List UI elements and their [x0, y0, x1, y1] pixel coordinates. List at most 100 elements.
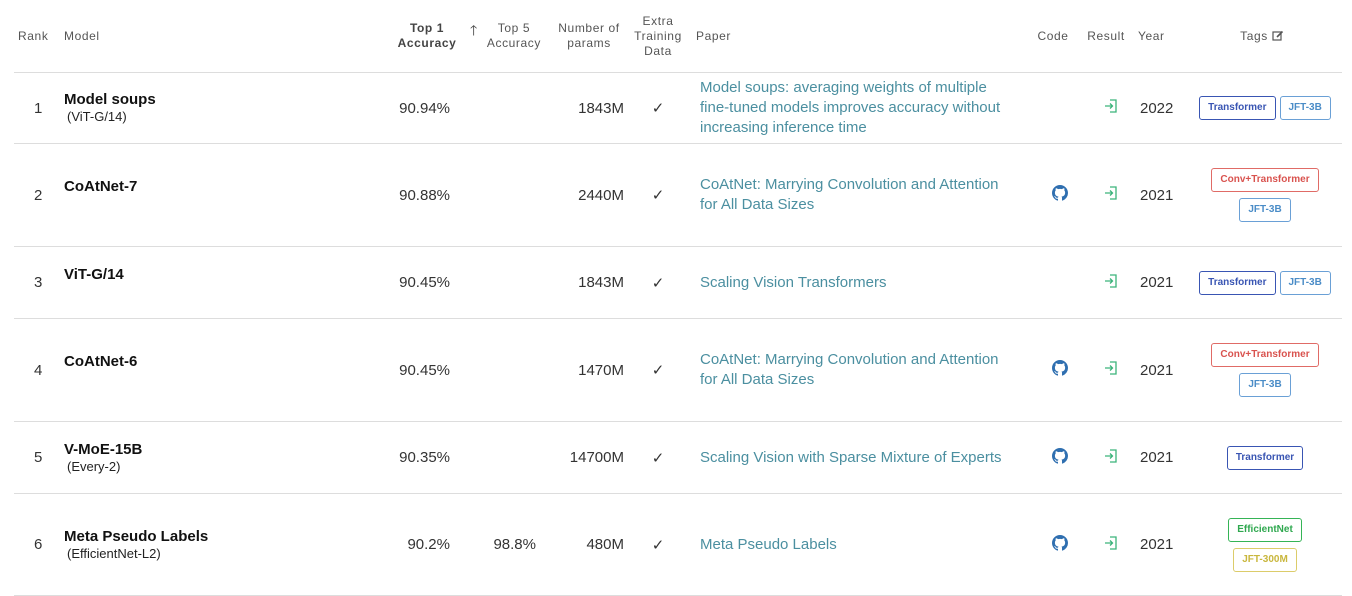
rank-cell: 1	[14, 72, 60, 144]
enter-icon[interactable]	[1093, 360, 1119, 380]
col-top1[interactable]: Top 1 Accuracy	[386, 0, 468, 73]
github-icon[interactable]	[1038, 534, 1068, 555]
top5-cell	[468, 421, 554, 494]
extra-data-cell: ✓	[624, 72, 692, 144]
github-icon[interactable]	[1038, 185, 1068, 205]
col-year[interactable]: Year	[1134, 0, 1182, 73]
rank-cell: 2	[14, 143, 60, 247]
model-name-link[interactable]: CoAtNet-6	[64, 353, 382, 370]
enter-icon[interactable]	[1093, 98, 1119, 118]
top1-cell: 90.45%	[386, 246, 468, 319]
paper-cell: CoAtNet: Marrying Convolution and Attent…	[692, 143, 1028, 247]
col-paper[interactable]: Paper	[692, 0, 1028, 73]
params-cell: 1843M	[554, 72, 624, 144]
model-name-link[interactable]: Meta Pseudo Labels	[64, 528, 382, 545]
paper-link[interactable]: Meta Pseudo Labels	[700, 535, 1004, 555]
paper-cell: Scaling Vision Transformers	[692, 246, 1028, 319]
model-name-link[interactable]: V-MoE-15B	[64, 441, 382, 458]
arrow-up-icon[interactable]: 🡑	[470, 23, 478, 38]
top5-cell	[468, 143, 554, 247]
table-row: 5 V-MoE-15B (Every-2) 90.35% 14700M ✓ Sc…	[14, 421, 1342, 494]
code-cell	[1028, 318, 1078, 422]
extra-data-cell: ✓	[624, 318, 692, 422]
year-cell: 2021	[1134, 143, 1182, 247]
col-tags[interactable]: Tags	[1182, 0, 1342, 73]
tag-badge[interactable]: JFT-3B	[1279, 270, 1331, 295]
enter-icon[interactable]	[1093, 273, 1119, 293]
model-variant: (EfficientNet-L2)	[67, 545, 161, 561]
tag-badge[interactable]: JFT-3B	[1239, 198, 1291, 222]
tags-cell: Transformer JFT-3B	[1182, 246, 1342, 319]
paper-link[interactable]: CoAtNet: Marrying Convolution and Attent…	[700, 175, 1004, 215]
tag-badge[interactable]: Transformer	[1199, 270, 1276, 295]
year-cell: 2021	[1134, 246, 1182, 319]
year-cell: 2021	[1134, 493, 1182, 596]
tag-badge[interactable]: JFT-3B	[1239, 373, 1291, 397]
col-top5-label: Top 5 Accuracy	[486, 21, 542, 50]
github-icon[interactable]	[1038, 447, 1068, 468]
check-icon: ✓	[651, 100, 665, 117]
paper-link[interactable]: Scaling Vision with Sparse Mixture of Ex…	[700, 448, 1004, 468]
rank-cell: 4	[14, 318, 60, 422]
params-cell: 1843M	[554, 246, 624, 319]
paper-link[interactable]: Scaling Vision Transformers	[700, 273, 1004, 293]
tag-badge[interactable]: Transformer	[1199, 96, 1276, 120]
model-variant: (ViT-G/14)	[67, 109, 127, 124]
year-cell: 2021	[1134, 318, 1182, 422]
col-code[interactable]: Code	[1028, 0, 1078, 73]
model-name-link[interactable]: Model soups	[64, 91, 382, 108]
tags-cell: Transformer JFT-3B	[1182, 72, 1342, 144]
extra-data-cell: ✓	[624, 246, 692, 319]
extra-data-cell: ✓	[624, 421, 692, 494]
rank-cell: 3	[14, 246, 60, 319]
tags-cell: Conv+Transformer JFT-3B	[1182, 143, 1342, 247]
tag-badge[interactable]: EfficientNet	[1228, 517, 1302, 542]
col-result[interactable]: Result	[1078, 0, 1134, 73]
top5-cell: 98.8%	[468, 493, 554, 596]
model-cell: CoAtNet-6	[60, 318, 386, 422]
result-cell	[1078, 421, 1134, 494]
check-icon: ✓	[651, 536, 665, 554]
top1-cell: 90.88%	[386, 143, 468, 247]
paper-link[interactable]: Model soups: averaging weights of multip…	[700, 78, 1004, 138]
enter-icon[interactable]	[1093, 185, 1119, 205]
rank-cell: 5	[14, 421, 60, 494]
model-name-link[interactable]: ViT-G/14	[64, 266, 382, 283]
model-name-link[interactable]: CoAtNet-7	[64, 178, 382, 195]
tag-badge[interactable]: Transformer	[1226, 445, 1304, 470]
col-params[interactable]: Number of params	[554, 0, 624, 73]
top5-cell	[468, 246, 554, 319]
code-cell	[1028, 493, 1078, 596]
model-variant	[64, 284, 67, 299]
check-icon: ✓	[651, 362, 665, 379]
col-extra[interactable]: Extra Training Data	[624, 0, 692, 73]
model-variant: (Every-2)	[67, 458, 121, 474]
top1-cell: 90.94%	[386, 72, 468, 144]
tag-badge[interactable]: JFT-300M	[1233, 547, 1297, 572]
tag-badge[interactable]: Conv+Transformer	[1211, 343, 1319, 367]
col-model[interactable]: Model	[60, 0, 386, 73]
enter-icon[interactable]	[1093, 448, 1119, 468]
tags-cell: Conv+Transformer JFT-3B	[1182, 318, 1342, 422]
tags-cell: EfficientNet JFT-300M	[1182, 493, 1342, 596]
tags-cell: Transformer	[1182, 421, 1342, 494]
tag-badge[interactable]: Conv+Transformer	[1211, 168, 1319, 192]
result-cell	[1078, 143, 1134, 247]
check-icon: ✓	[651, 449, 665, 467]
paper-cell: Scaling Vision with Sparse Mixture of Ex…	[692, 421, 1028, 494]
top5-cell	[468, 72, 554, 144]
edit-icon[interactable]	[1272, 30, 1284, 42]
github-icon[interactable]	[1038, 360, 1068, 380]
paper-link[interactable]: CoAtNet: Marrying Convolution and Attent…	[700, 350, 1004, 390]
model-cell: Model soups (ViT-G/14)	[60, 72, 386, 144]
leaderboard-table: Rank Model Top 1 Accuracy 🡑 Top 5 Accura…	[14, 0, 1342, 596]
params-cell: 480M	[554, 493, 624, 596]
params-cell: 2440M	[554, 143, 624, 247]
paper-cell: CoAtNet: Marrying Convolution and Attent…	[692, 318, 1028, 422]
col-rank[interactable]: Rank	[14, 0, 60, 73]
tag-badge[interactable]: JFT-3B	[1279, 96, 1331, 120]
col-top5[interactable]: 🡑 Top 5 Accuracy	[468, 0, 554, 73]
extra-data-cell: ✓	[624, 143, 692, 247]
check-icon: ✓	[651, 274, 665, 292]
enter-icon[interactable]	[1093, 535, 1119, 555]
